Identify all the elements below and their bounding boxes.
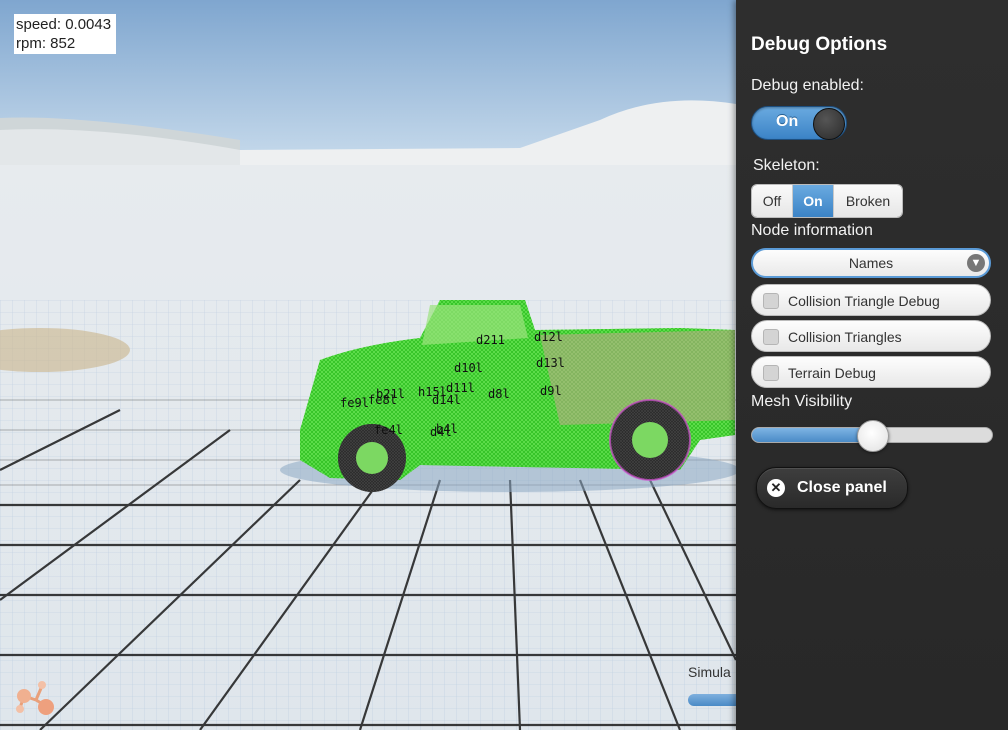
close-panel-button[interactable]: ✕ Close panel [756, 467, 908, 509]
skeleton-label: Skeleton: [753, 157, 820, 174]
simulation-label: Simula [688, 664, 731, 680]
checkbox-label: Collision Triangle Debug [788, 293, 940, 309]
collision-triangles-checkbox[interactable]: Collision Triangles [751, 320, 991, 352]
close-icon: ✕ [767, 479, 785, 497]
slider-handle[interactable] [857, 420, 889, 452]
node-label: fe4l [374, 423, 403, 437]
skeleton-option-on[interactable]: On [793, 185, 834, 217]
node-label: d12l [534, 330, 563, 344]
close-panel-label: Close panel [797, 479, 887, 496]
panel-title: Debug Options [751, 34, 888, 55]
hud-readout: speed: 0.0043 rpm: 852 [14, 14, 116, 54]
chevron-down-icon: ▼ [967, 254, 985, 272]
node-label: d13l [536, 356, 565, 370]
debug-enabled-toggle[interactable]: On [751, 106, 847, 140]
node-label: d14l [432, 393, 461, 407]
node-label: d8l [488, 387, 510, 401]
node-information-label: Node information [751, 222, 873, 239]
mesh-visibility-label: Mesh Visibility [751, 393, 853, 410]
terrain-debug-checkbox[interactable]: Terrain Debug [751, 356, 991, 388]
node-label: fe9l [340, 396, 369, 410]
speed-readout: speed: 0.0043 [16, 16, 112, 33]
node-label: b4l [436, 422, 458, 436]
node-label: d10l [454, 361, 483, 375]
node-label: d9l [540, 384, 562, 398]
molecule-logo-icon [16, 681, 54, 715]
skeleton-segmented-control: Off On Broken [751, 184, 903, 218]
checkbox-box [763, 293, 779, 309]
collision-triangle-debug-checkbox[interactable]: Collision Triangle Debug [751, 284, 991, 316]
node-label: d211 [476, 333, 505, 347]
skeleton-option-off[interactable]: Off [752, 185, 793, 217]
toggle-knob [813, 108, 845, 140]
debug-toggle-text: On [776, 113, 799, 130]
checkbox-box [763, 329, 779, 345]
checkbox-label: Terrain Debug [788, 365, 876, 381]
debug-options-panel: Debug Options Debug enabled: On Skeleton… [736, 0, 1008, 730]
skeleton-option-broken[interactable]: Broken [834, 185, 902, 217]
checkbox-label: Collision Triangles [788, 329, 902, 345]
checkbox-box [763, 365, 779, 381]
debug-enabled-label: Debug enabled: [751, 77, 864, 94]
node-information-value: Names [848, 255, 894, 271]
slider-fill [752, 428, 872, 442]
rpm-readout: rpm: 852 [16, 35, 76, 52]
node-label: fe8l [368, 393, 397, 407]
node-information-select[interactable]: Names ▼ [751, 248, 991, 278]
